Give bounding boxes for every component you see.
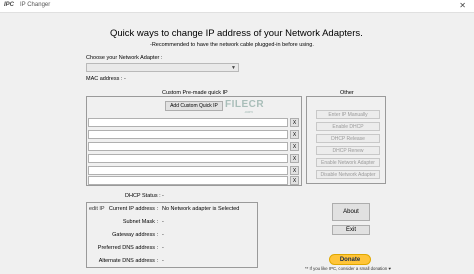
subnet-mask-value: - xyxy=(162,219,164,225)
quick-ip-legend: Custom Pre-made quick IP xyxy=(160,90,230,96)
disable-network-adapter-button[interactable]: Disable Network Adapter xyxy=(316,170,380,179)
exit-button[interactable]: Exit xyxy=(332,225,370,235)
dhcp-release-button[interactable]: DHCP Release xyxy=(316,134,380,143)
donate-button[interactable]: Donate xyxy=(329,254,371,265)
mac-value: - xyxy=(124,76,126,82)
dhcp-renew-button[interactable]: DHCP Renew xyxy=(316,146,380,155)
quick-ip-entry[interactable] xyxy=(88,154,288,163)
enter-ip-manually-button[interactable]: Enter IP Manually xyxy=(316,110,380,119)
quick-ip-entry[interactable] xyxy=(88,166,288,175)
app-icon: IPC xyxy=(4,2,15,8)
remove-quick-ip-button[interactable]: X xyxy=(290,118,299,127)
watermark-sub: .com xyxy=(244,109,253,114)
donation-note: ** If you like IPC, consider a small don… xyxy=(305,266,391,271)
mac-label: MAC address : xyxy=(86,76,123,82)
other-legend: Other xyxy=(338,90,356,96)
alternate-dns-value: - xyxy=(162,258,164,264)
current-ip-value: No Network adapter is Selected xyxy=(162,206,240,212)
quick-ip-entry[interactable] xyxy=(88,130,288,139)
quick-ip-entry[interactable] xyxy=(88,176,288,185)
remove-quick-ip-button[interactable]: X xyxy=(290,130,299,139)
gateway-value: - xyxy=(162,232,164,238)
quick-ip-entry[interactable] xyxy=(88,142,288,151)
remove-quick-ip-button[interactable]: X xyxy=(290,176,299,185)
gateway-label: Gateway address : xyxy=(112,232,158,238)
preferred-dns-value: - xyxy=(162,245,164,251)
subnet-mask-label: Subnet Mask : xyxy=(122,219,158,225)
close-icon[interactable]: ✕ xyxy=(459,1,466,10)
chevron-down-icon: ▼ xyxy=(231,65,236,71)
dhcp-status-value: - xyxy=(162,193,164,199)
alternate-dns-label: Alternate DNS address : xyxy=(98,258,158,264)
title-bar xyxy=(0,0,474,13)
page-subtitle: -Recommended to have the network cable p… xyxy=(150,42,314,48)
remove-quick-ip-button[interactable]: X xyxy=(290,166,299,175)
page-title: Quick ways to change IP address of your … xyxy=(110,28,363,39)
about-button[interactable]: About xyxy=(332,203,370,221)
add-quick-ip-button[interactable]: Add Custom Quick IP xyxy=(165,101,223,111)
remove-quick-ip-button[interactable]: X xyxy=(290,154,299,163)
adapter-label: Choose your Network Adapter : xyxy=(86,55,163,61)
quick-ip-entry[interactable] xyxy=(88,118,288,127)
adapter-select[interactable]: ▼ xyxy=(86,63,239,72)
dhcp-status-label: DHCP Status : xyxy=(125,193,161,199)
window-title: IP Changer xyxy=(20,2,51,8)
preferred-dns-label: Preferred DNS address : xyxy=(97,245,158,251)
enable-network-adapter-button[interactable]: Enable Network Adapter xyxy=(316,158,380,167)
enable-dhcp-button[interactable]: Enable DHCP xyxy=(316,122,380,131)
current-ip-label: Current IP address : xyxy=(108,206,158,212)
remove-quick-ip-button[interactable]: X xyxy=(290,142,299,151)
